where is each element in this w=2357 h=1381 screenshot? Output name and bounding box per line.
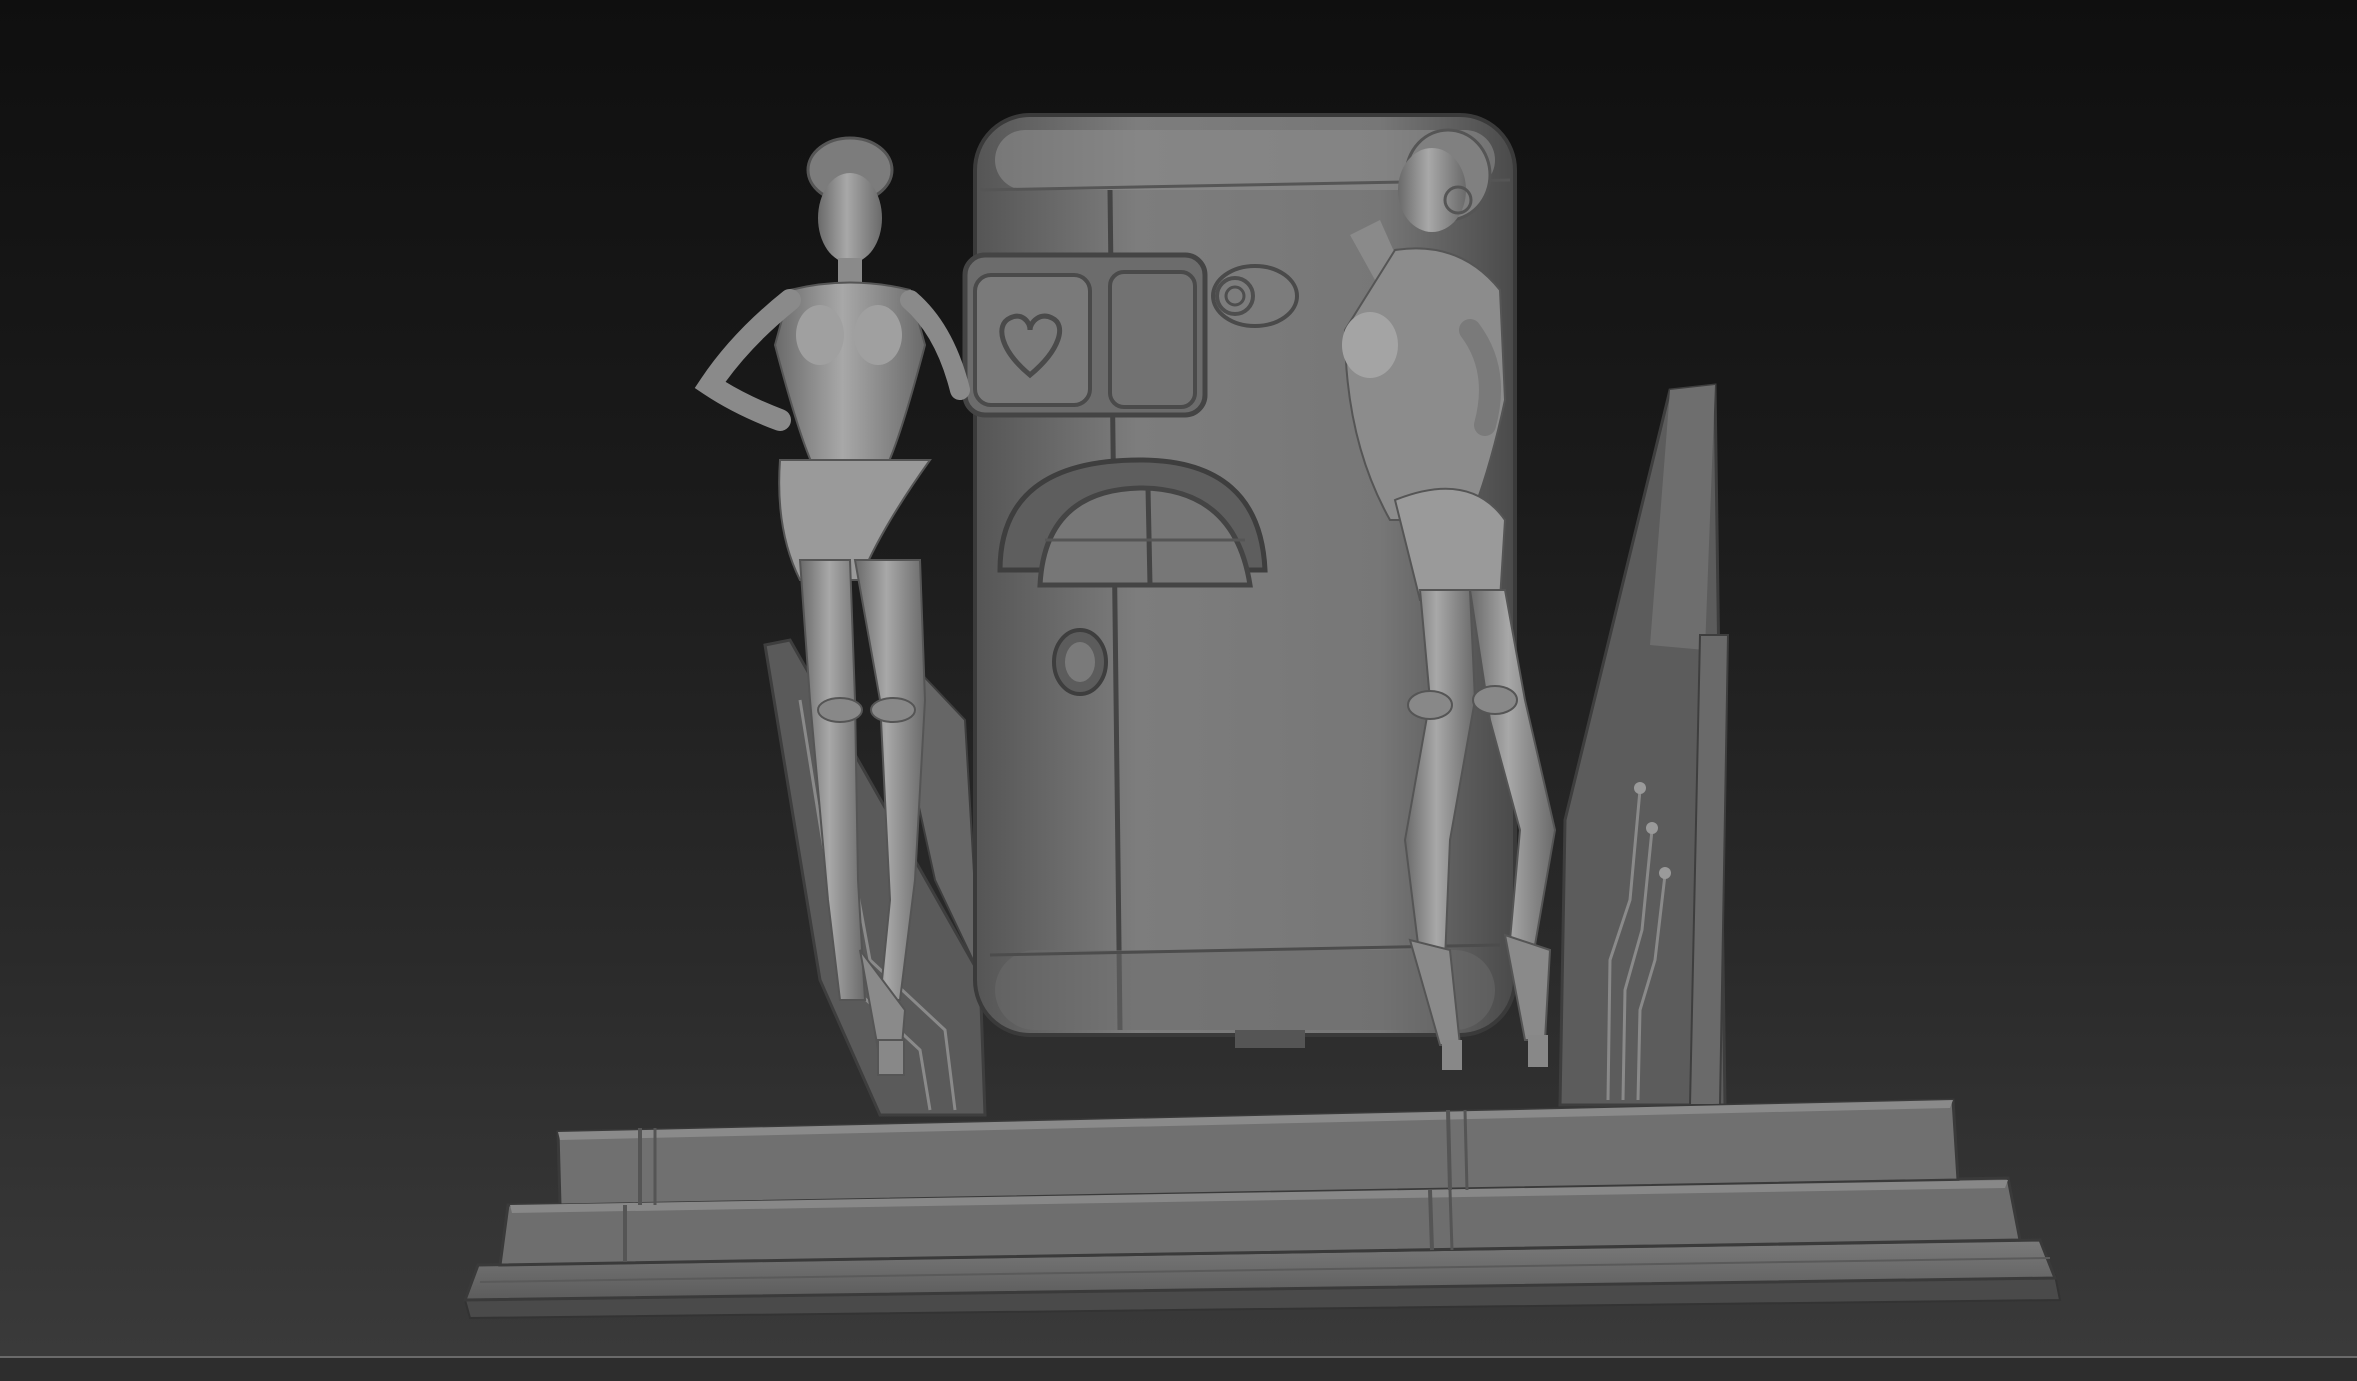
pedestal-base[interactable] [462, 1098, 2062, 1320]
3d-viewport[interactable] [0, 0, 2357, 1356]
back-panel-right[interactable] [1558, 383, 1730, 1107]
viewport-bottom-border [0, 1356, 2357, 1381]
sculpt-scene[interactable] [0, 0, 2357, 1356]
